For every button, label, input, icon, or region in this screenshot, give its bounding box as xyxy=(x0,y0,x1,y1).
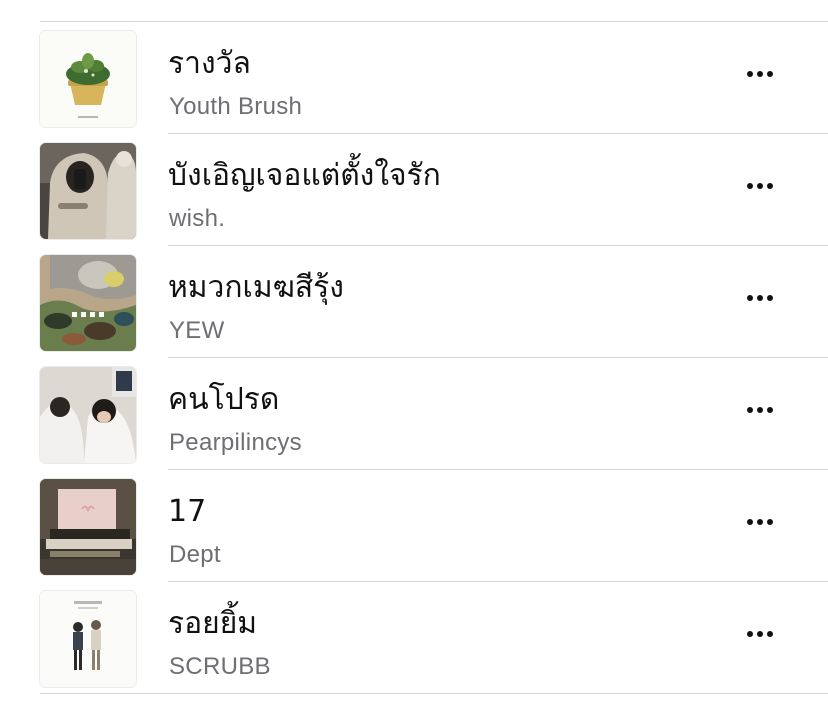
song-artist: YEW xyxy=(169,317,225,344)
song-artist: Pearpilincys xyxy=(169,429,302,456)
more-options-button[interactable] xyxy=(736,58,784,90)
ellipsis-icon xyxy=(757,295,763,301)
ellipsis-icon xyxy=(747,631,753,637)
song-artist: Youth Brush xyxy=(169,93,303,120)
song-row[interactable]: บังเอิญเจอแต่ตั้งใจรัก wish. xyxy=(0,134,828,246)
ellipsis-icon xyxy=(767,407,773,413)
song-title: รอยยิ้ม xyxy=(168,606,258,641)
ellipsis-icon xyxy=(747,295,753,301)
song-row[interactable]: หมวกเมฆสีรุ้ง YEW xyxy=(0,246,828,358)
ellipsis-icon xyxy=(747,183,753,189)
ellipsis-icon xyxy=(767,295,773,301)
more-options-button[interactable] xyxy=(736,282,784,314)
more-options-button[interactable] xyxy=(736,394,784,426)
song-title: รางวัล xyxy=(168,46,251,81)
ellipsis-icon xyxy=(767,631,773,637)
ellipsis-icon xyxy=(747,407,753,413)
ellipsis-icon xyxy=(767,183,773,189)
song-row[interactable]: คนโปรด Pearpilincys xyxy=(0,358,828,470)
album-artwork[interactable] xyxy=(40,479,136,575)
plant-pot-artwork xyxy=(40,31,136,127)
song-list: รางวัล Youth Brush บังเอิญเจอแต่ตั้งใจรั… xyxy=(0,0,828,711)
ellipsis-icon xyxy=(767,71,773,77)
album-artwork[interactable] xyxy=(40,143,136,239)
more-options-button[interactable] xyxy=(736,618,784,650)
more-options-button[interactable] xyxy=(736,506,784,538)
ellipsis-icon xyxy=(767,519,773,525)
song-row[interactable]: รางวัล Youth Brush xyxy=(0,22,828,134)
song-artist: Dept xyxy=(169,541,221,568)
song-artist: SCRUBB xyxy=(169,653,271,680)
ellipsis-icon xyxy=(747,71,753,77)
laptop-desk-artwork xyxy=(40,479,136,575)
ellipsis-icon xyxy=(757,519,763,525)
ellipsis-icon xyxy=(757,631,763,637)
album-artwork[interactable] xyxy=(40,367,136,463)
hoodie-selfie-artwork xyxy=(40,143,136,239)
camo-illustration-artwork xyxy=(40,255,136,351)
ellipsis-icon xyxy=(757,183,763,189)
song-title: คนโปรด xyxy=(168,382,280,417)
song-title: 17 xyxy=(168,494,207,529)
song-title: บังเอิญเจอแต่ตั้งใจรัก xyxy=(168,158,441,193)
more-options-button[interactable] xyxy=(736,170,784,202)
song-artist: wish. xyxy=(169,205,226,232)
album-artwork[interactable] xyxy=(40,591,136,687)
two-figures-artwork xyxy=(40,591,136,687)
ellipsis-icon xyxy=(747,519,753,525)
ellipsis-icon xyxy=(757,407,763,413)
song-row[interactable]: 17 Dept xyxy=(0,470,828,582)
ellipsis-icon xyxy=(757,71,763,77)
song-title: หมวกเมฆสีรุ้ง xyxy=(168,270,344,305)
song-row[interactable]: รอยยิ้ม SCRUBB xyxy=(0,582,828,694)
album-artwork[interactable] xyxy=(40,31,136,127)
album-artwork[interactable] xyxy=(40,255,136,351)
blanket-couple-artwork xyxy=(40,367,136,463)
